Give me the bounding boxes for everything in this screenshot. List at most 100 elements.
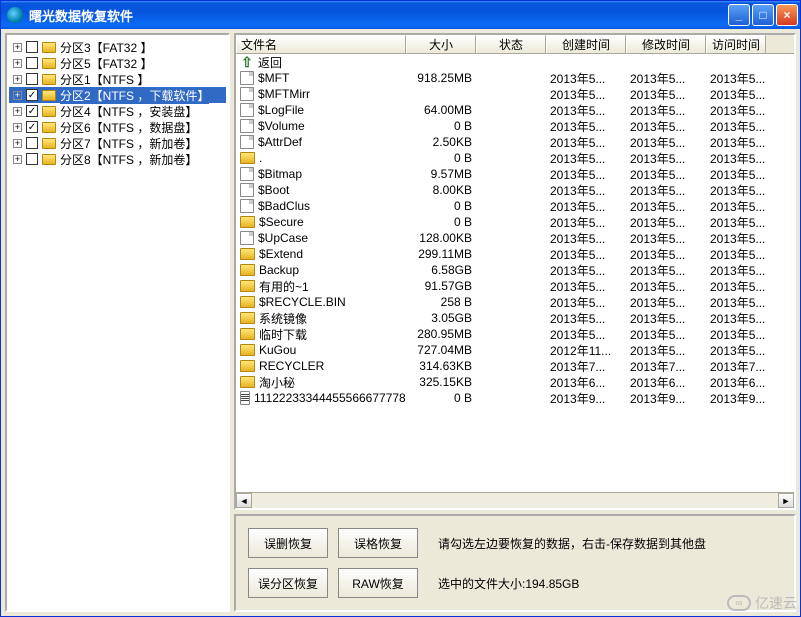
checkbox[interactable]: ✓ — [26, 89, 38, 101]
list-header[interactable]: 文件名 大小 状态 创建时间 修改时间 访问时间 — [236, 35, 794, 54]
scroll-left-icon[interactable]: ◄ — [236, 493, 252, 508]
file-row[interactable]: $MFT918.25MB2013年5...2013年5...2013年5... — [236, 70, 794, 86]
file-name: 有用的~1 — [259, 278, 309, 295]
expand-icon[interactable]: + — [13, 155, 22, 164]
file-name: 系统镜像 — [259, 310, 307, 327]
go-up-row[interactable]: ⇧返回 — [236, 54, 794, 70]
file-row[interactable]: 淘小秘325.15KB2013年6...2013年6...2013年6... — [236, 374, 794, 390]
folder-icon — [240, 376, 255, 388]
scroll-track[interactable] — [252, 493, 778, 508]
expand-icon[interactable]: + — [13, 139, 22, 148]
file-name: 淘小秘 — [259, 374, 295, 391]
file-row[interactable]: $BadClus0 B2013年5...2013年5...2013年5... — [236, 198, 794, 214]
right-pane: 文件名 大小 状态 创建时间 修改时间 访问时间 ⇧返回$MFT918.25MB… — [234, 33, 796, 612]
col-size[interactable]: 大小 — [406, 35, 476, 53]
file-atime: 2013年5... — [706, 102, 776, 119]
file-size: 0 B — [406, 215, 476, 229]
maximize-button[interactable]: □ — [752, 4, 774, 26]
tree-item[interactable]: + 分区1【NTFS 】 — [9, 71, 226, 87]
file-name: $BadClus — [258, 199, 310, 213]
minimize-button[interactable]: _ — [728, 4, 750, 26]
file-mtime: 2013年5... — [626, 134, 706, 151]
checkbox[interactable] — [26, 137, 38, 149]
file-name: Backup — [259, 263, 299, 277]
file-row[interactable]: $Volume0 B2013年5...2013年5...2013年5... — [236, 118, 794, 134]
expand-icon[interactable]: + — [13, 91, 22, 100]
file-row[interactable]: $MFTMirr2013年5...2013年5...2013年5... — [236, 86, 794, 102]
scroll-right-icon[interactable]: ► — [778, 493, 794, 508]
recover-format-button[interactable]: 误格恢复 — [338, 528, 418, 558]
folder-icon — [42, 106, 56, 117]
checkbox[interactable]: ✓ — [26, 105, 38, 117]
file-row[interactable]: KuGou727.04MB2012年11...2013年5...2013年5..… — [236, 342, 794, 358]
expand-icon[interactable]: + — [13, 59, 22, 68]
file-row[interactable]: 系统镜像3.05GB2013年5...2013年5...2013年5... — [236, 310, 794, 326]
title-bar[interactable]: 曙光数据恢复软件 _ □ × — [1, 1, 800, 29]
col-ctime[interactable]: 创建时间 — [546, 35, 626, 53]
horizontal-scrollbar[interactable]: ◄ ► — [236, 492, 794, 508]
recover-deleted-button[interactable]: 误删恢复 — [248, 528, 328, 558]
tree-item[interactable]: +分区7【NTFS ，新加卷】 — [9, 135, 226, 151]
expand-icon[interactable]: + — [13, 75, 22, 84]
col-name[interactable]: 文件名 — [236, 35, 406, 53]
checkbox[interactable] — [26, 41, 38, 53]
folder-icon — [240, 248, 255, 260]
folder-icon — [240, 312, 255, 324]
expand-icon[interactable]: + — [13, 123, 22, 132]
file-atime: 2013年6... — [706, 374, 776, 391]
expand-icon[interactable]: + — [13, 43, 22, 52]
recover-partition-button[interactable]: 误分区恢复 — [248, 568, 328, 598]
expand-icon[interactable]: + — [13, 107, 22, 116]
file-list[interactable]: 文件名 大小 状态 创建时间 修改时间 访问时间 ⇧返回$MFT918.25MB… — [234, 33, 796, 510]
file-row[interactable]: 有用的~191.57GB2013年5...2013年5...2013年5... — [236, 278, 794, 294]
checkbox[interactable]: ✓ — [26, 121, 38, 133]
file-ctime: 2013年5... — [546, 134, 626, 151]
file-ctime: 2013年5... — [546, 262, 626, 279]
col-atime[interactable]: 访问时间 — [706, 35, 766, 53]
file-row[interactable]: $AttrDef2.50KB2013年5...2013年5...2013年5..… — [236, 134, 794, 150]
file-name: $Extend — [259, 247, 303, 261]
close-button[interactable]: × — [776, 4, 798, 26]
checkbox[interactable] — [26, 153, 38, 165]
file-row[interactable]: $RECYCLE.BIN258 B2013年5...2013年5...2013年… — [236, 294, 794, 310]
file-size: 0 B — [406, 391, 476, 405]
tree-item[interactable]: +分区8【NTFS ，新加卷】 — [9, 151, 226, 167]
folder-icon — [42, 74, 56, 85]
col-status[interactable]: 状态 — [476, 35, 546, 53]
file-row[interactable]: 111222333444555666777788...0 B2013年9...2… — [236, 390, 794, 406]
checkbox[interactable] — [26, 73, 38, 85]
tree-item-label: 分区4【NTFS ，安装盘】 — [60, 103, 197, 120]
tree-item[interactable]: + ✓ 分区4【NTFS ，安装盘】 — [9, 103, 226, 119]
file-row[interactable]: $UpCase128.00KB2013年5...2013年5...2013年5.… — [236, 230, 794, 246]
file-row[interactable]: 临时下载280.95MB2013年5...2013年5...2013年5... — [236, 326, 794, 342]
tree-item[interactable]: +分区3【FAT32 】 — [9, 39, 226, 55]
file-ctime: 2013年9... — [546, 390, 626, 407]
file-row[interactable]: $Secure0 B2013年5...2013年5...2013年5... — [236, 214, 794, 230]
file-ctime: 2012年11... — [546, 342, 626, 359]
tree-item[interactable]: +✓分区6【NTFS ，数据盘】 — [9, 119, 226, 135]
file-row[interactable]: $Bitmap9.57MB2013年5...2013年5...2013年5... — [236, 166, 794, 182]
tree-item[interactable]: +分区5【FAT32 】 — [9, 55, 226, 71]
file-row[interactable]: Backup6.58GB2013年5...2013年5...2013年5... — [236, 262, 794, 278]
checkbox[interactable] — [26, 57, 38, 69]
file-row[interactable]: $Boot8.00KB2013年5...2013年5...2013年5... — [236, 182, 794, 198]
file-size: 2.50KB — [406, 135, 476, 149]
file-atime: 2013年5... — [706, 166, 776, 183]
tree-item-label: 分区1【NTFS 】 — [60, 71, 149, 88]
file-icon — [240, 231, 254, 245]
file-row[interactable]: .0 B2013年5...2013年5...2013年5... — [236, 150, 794, 166]
recover-raw-button[interactable]: RAW恢复 — [338, 568, 418, 598]
folder-icon — [240, 264, 255, 276]
file-atime: 2013年5... — [706, 326, 776, 343]
file-icon — [240, 87, 254, 101]
file-ctime: 2013年5... — [546, 198, 626, 215]
tree-item[interactable]: +✓分区2【NTFS ，下载软件】 — [9, 87, 226, 103]
col-mtime[interactable]: 修改时间 — [626, 35, 706, 53]
file-atime: 2013年5... — [706, 310, 776, 327]
list-body[interactable]: ⇧返回$MFT918.25MB2013年5...2013年5...2013年5.… — [236, 54, 794, 492]
file-row[interactable]: $LogFile64.00MB2013年5...2013年5...2013年5.… — [236, 102, 794, 118]
app-icon — [7, 7, 23, 23]
file-row[interactable]: $Extend299.11MB2013年5...2013年5...2013年5.… — [236, 246, 794, 262]
file-row[interactable]: RECYCLER314.63KB2013年7...2013年7...2013年7… — [236, 358, 794, 374]
partition-tree[interactable]: +分区3【FAT32 】+分区5【FAT32 】+分区1【NTFS 】+✓分区2… — [5, 33, 230, 612]
